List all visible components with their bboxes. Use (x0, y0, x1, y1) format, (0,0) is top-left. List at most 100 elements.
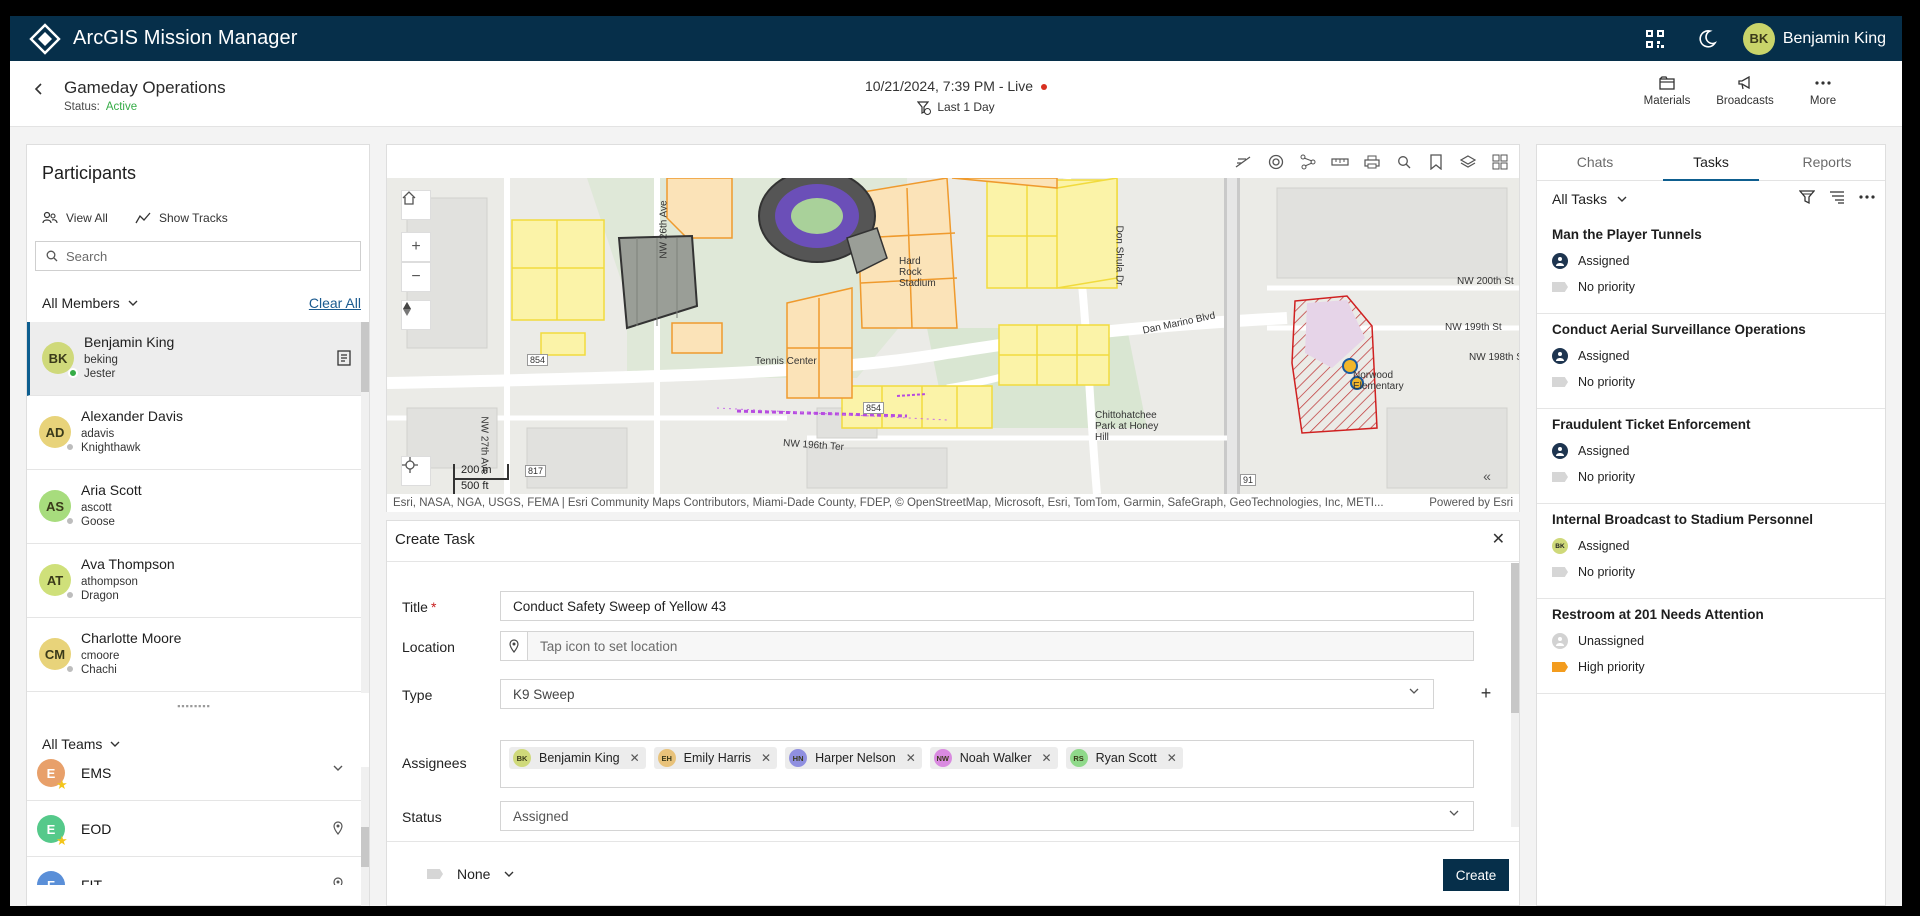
team-row[interactable]: F★FIT (27, 857, 361, 885)
member-row[interactable]: BK Benjamin King beking Jester (27, 322, 361, 396)
tab-reports[interactable]: Reports (1769, 145, 1885, 180)
remove-assignee-icon[interactable]: ✕ (630, 751, 640, 765)
task-title: Fraudulent Ticket Enforcement (1552, 417, 1751, 432)
sort-icon[interactable] (1829, 189, 1845, 205)
basemap-gallery-icon[interactable] (1489, 151, 1511, 173)
map-label-school: Norwood Elementary (1353, 370, 1404, 392)
clear-all-link[interactable]: Clear All (309, 295, 361, 311)
location-pin-icon[interactable] (333, 821, 343, 835)
panel-resize-grip[interactable]: ▪▪▪▪▪▪▪▪ (27, 701, 361, 711)
presence-status-icon (65, 664, 75, 674)
team-list: E★EMSE★EODF★FIT (27, 745, 361, 885)
remove-assignee-icon[interactable]: ✕ (1042, 751, 1052, 765)
participant-search-input[interactable]: Search (35, 241, 361, 271)
member-list-scrollbar[interactable] (361, 322, 369, 693)
member-row[interactable]: CM Charlotte Moore cmoore Chachi (27, 618, 361, 692)
task-item[interactable]: Man the Player Tunnels Assigned No priorit… (1537, 219, 1885, 314)
task-item[interactable]: Internal Broadcast to Stadium Personnel B… (1537, 504, 1885, 599)
remove-assignee-icon[interactable]: ✕ (906, 751, 916, 765)
scrollbar-thumb[interactable] (361, 827, 369, 867)
task-status-text: Assigned (1578, 444, 1630, 458)
task-item[interactable]: Restroom at 201 Needs Attention Unassigne… (1537, 599, 1885, 694)
compass-button[interactable] (401, 300, 431, 330)
layers-icon[interactable] (1457, 151, 1479, 173)
measure-icon[interactable] (1329, 151, 1351, 173)
title-input[interactable]: Conduct Safety Sweep of Yellow 43 (500, 591, 1474, 621)
set-location-button[interactable] (500, 631, 528, 661)
filter-icon[interactable] (1799, 189, 1815, 205)
remove-assignee-icon[interactable]: ✕ (1167, 751, 1177, 765)
create-button[interactable]: Create (1443, 859, 1509, 891)
form-scrollbar[interactable] (1511, 563, 1519, 827)
location-pin-icon[interactable] (333, 877, 343, 885)
scrollbar-thumb[interactable] (361, 322, 369, 392)
member-row[interactable]: AT Ava Thompson athompson Dragon (27, 544, 361, 618)
team-row[interactable]: E ★ EMS (27, 745, 361, 801)
member-row[interactable]: AD Alexander Davis adavis Knighthawk (27, 396, 361, 470)
team-lead-star-icon: ★ (56, 777, 68, 792)
task-list-icon[interactable] (337, 350, 351, 366)
add-type-button[interactable]: + (1475, 683, 1497, 705)
time-range-filter[interactable]: Last 1 Day (10, 100, 1902, 115)
route-icon[interactable] (1297, 151, 1319, 173)
task-priority: No priority (1552, 280, 1635, 294)
more-ellipsis-icon[interactable] (1859, 189, 1875, 205)
more-button[interactable]: More (1788, 75, 1858, 107)
assignee-chip[interactable]: NW Noah Walker ✕ (929, 747, 1058, 769)
qr-code-icon[interactable] (1629, 16, 1681, 61)
team-list-scrollbar[interactable] (361, 767, 369, 906)
broadcasts-button[interactable]: Broadcasts (1710, 75, 1780, 107)
member-row[interactable]: AS Aria Scott ascott Goose (27, 470, 361, 544)
tasks-filter-dropdown[interactable]: All Tasks (1552, 191, 1627, 207)
members-filter-dropdown[interactable]: All Members (42, 295, 138, 311)
map-view[interactable]: Tennis Center Hard Rock Stadium Dan Mari… (387, 178, 1519, 494)
assignee-chip[interactable]: EH Emily Harris ✕ (653, 747, 778, 769)
right-panel: Chats Tasks Reports All Tasks Man the Pl… (1536, 144, 1886, 906)
print-icon[interactable] (1361, 151, 1383, 173)
assignee-chip[interactable]: HN Harper Nelson ✕ (785, 747, 922, 769)
chevron-down-icon[interactable] (333, 765, 343, 771)
divider (387, 561, 1519, 562)
dark-mode-moon-icon[interactable] (1681, 16, 1733, 61)
sketch-icon[interactable] (1233, 151, 1255, 173)
collapse-map-button[interactable]: « (1475, 464, 1499, 488)
task-status-text: Assigned (1578, 349, 1630, 363)
target-icon[interactable] (1265, 151, 1287, 173)
bookmark-icon[interactable] (1425, 151, 1447, 173)
task-item[interactable]: Fraudulent Ticket Enforcement Assigned No … (1537, 409, 1885, 504)
user-avatar[interactable]: BK (1742, 22, 1775, 55)
task-title: Man the Player Tunnels (1552, 227, 1702, 242)
priority-flag-icon (1552, 662, 1568, 672)
presence-status-icon (65, 516, 75, 526)
zoom-in-button[interactable]: + (401, 232, 431, 262)
assignees-input[interactable]: BK Benjamin King ✕ EH Emily Harris ✕ HN Harper … (500, 740, 1474, 788)
location-input[interactable]: Tap icon to set location (527, 631, 1474, 661)
assignee-chip[interactable]: BK Benjamin King ✕ (509, 747, 646, 769)
type-select[interactable]: K9 Sweep (500, 679, 1434, 709)
assignee-chip[interactable]: RS Ryan Scott ✕ (1065, 747, 1183, 769)
task-item[interactable]: Conduct Aerial Surveillance Operations As… (1537, 314, 1885, 409)
locate-button[interactable] (401, 456, 431, 486)
user-name[interactable]: Benjamin King (1783, 30, 1886, 48)
assignee-avatar: NW (933, 749, 952, 767)
map-label-26th-ave: NW 26th Ave (658, 200, 670, 259)
powered-by-esri[interactable]: Powered by Esri (1423, 494, 1513, 512)
app-window: ArcGIS Mission Manager BK Benjamin King … (10, 16, 1902, 906)
materials-button[interactable]: Materials (1632, 75, 1702, 107)
tab-tasks[interactable]: Tasks (1653, 145, 1769, 181)
tab-chats[interactable]: Chats (1537, 145, 1653, 180)
map-home-button[interactable] (401, 190, 431, 220)
scrollbar-thumb[interactable] (1511, 563, 1519, 713)
show-tracks-button[interactable]: Show Tracks (135, 211, 228, 225)
remove-assignee-icon[interactable]: ✕ (761, 751, 771, 765)
create-task-panel: Create Task ✕ Title * Conduct Safety Swee… (386, 520, 1520, 906)
status-select[interactable]: Assigned (500, 801, 1474, 831)
map-canvas (387, 178, 1519, 494)
map-search-icon[interactable] (1393, 151, 1415, 173)
close-icon[interactable]: ✕ (1492, 529, 1505, 549)
view-all-button[interactable]: View All (42, 211, 108, 225)
more-label: More (1809, 95, 1837, 107)
zoom-out-button[interactable]: − (401, 262, 431, 292)
priority-dropdown[interactable]: None (427, 866, 514, 882)
team-row[interactable]: E ★ EOD (27, 801, 361, 857)
